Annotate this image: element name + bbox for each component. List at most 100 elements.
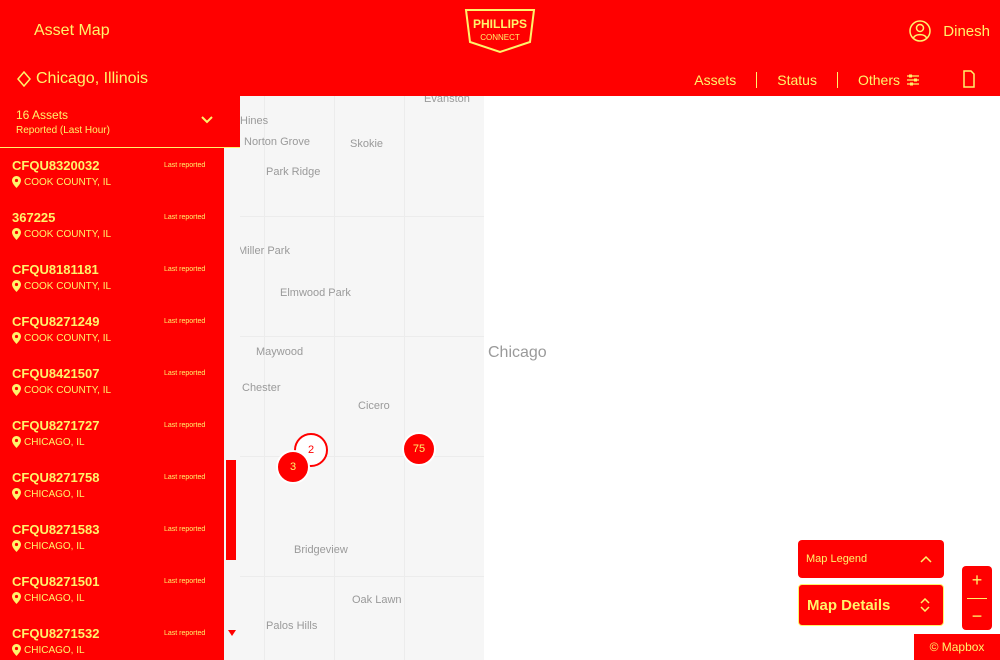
map-road [224, 216, 484, 217]
chevron-down-icon[interactable] [200, 114, 214, 126]
asset-place: CHICAGO, IL [12, 488, 85, 500]
map-details-select[interactable]: Map Details [798, 584, 944, 626]
app-title: Asset Map [34, 22, 110, 39]
asset-list-item[interactable]: CFQU8271727 Last reported CHICAGO, IL [0, 412, 224, 464]
zoom-controls: + − [962, 566, 992, 630]
scroll-down-icon[interactable] [228, 630, 236, 636]
town-label: Maywood [256, 346, 304, 358]
asset-code: CFQU8320032 [12, 158, 100, 173]
nav-assets[interactable]: Assets [674, 72, 756, 88]
map-pin-icon [12, 176, 21, 188]
town-label: Bridgeview [294, 544, 348, 556]
town-label: Chester [242, 382, 281, 394]
map-pin-icon [12, 228, 21, 240]
asset-list-item[interactable]: CFQU8421507 Last reported COOK COUNTY, IL [0, 360, 224, 412]
map-pin-icon [12, 280, 21, 292]
asset-list-item[interactable]: CFQU8181181 Last reported COOK COUNTY, IL [0, 256, 224, 308]
asset-list-header[interactable]: 16 Assets Reported (Last Hour) [0, 96, 240, 148]
asset-list-item[interactable]: 367225 Last reported COOK COUNTY, IL [0, 204, 224, 256]
zoom-divider [967, 597, 987, 599]
asset-list-item[interactable]: CFQU8271758 Last reported CHICAGO, IL [0, 464, 224, 516]
chevron-up-icon [920, 555, 932, 563]
asset-list-item[interactable]: CFQU8271583 Last reported CHICAGO, IL [0, 516, 224, 568]
town-label: Cicero [358, 400, 390, 412]
map-road [224, 456, 484, 457]
asset-place: COOK COUNTY, IL [12, 332, 111, 344]
document-icon[interactable] [962, 70, 976, 88]
asset-subtitle: Reported (Last Hour) [16, 125, 110, 136]
map-legend-toggle[interactable]: Map Legend [798, 540, 944, 578]
map-cluster[interactable]: 3 [276, 450, 310, 484]
map-pin-icon [12, 332, 21, 344]
nav-others[interactable]: Others [838, 72, 940, 88]
map-road [224, 336, 484, 337]
asset-status: Last reported [164, 370, 206, 377]
asset-status: Last reported [164, 630, 206, 637]
asset-code: 367225 [12, 210, 56, 225]
asset-place: COOK COUNTY, IL [12, 228, 111, 240]
city-label: Chicago [488, 344, 547, 361]
town-label: Miller Park [238, 245, 290, 257]
asset-place: COOK COUNTY, IL [12, 280, 111, 292]
asset-status: Last reported [164, 526, 206, 533]
asset-code: CFQU8271501 [12, 574, 100, 589]
asset-status: Last reported [164, 162, 206, 169]
asset-place: COOK COUNTY, IL [12, 176, 111, 188]
asset-code: CFQU8421507 [12, 366, 100, 381]
location-selector[interactable]: Chicago, Illinois [16, 70, 148, 88]
town-label: Evanston [424, 96, 470, 105]
town-label: Oak Lawn [352, 594, 402, 606]
map-pin-icon [12, 488, 21, 500]
asset-count: 16 Assets [16, 108, 69, 122]
scrollbar[interactable] [224, 148, 240, 660]
asset-place: CHICAGO, IL [12, 436, 85, 448]
asset-code: CFQU8271532 [12, 626, 100, 641]
logo-top-text: PHILLIPS [473, 17, 527, 31]
asset-code: CFQU8271583 [12, 522, 100, 537]
town-label: Norton Grove [244, 136, 311, 148]
location-icon [17, 71, 31, 87]
nav-status[interactable]: Status [757, 72, 837, 88]
map-road [224, 576, 484, 577]
zoom-out-button[interactable]: − [972, 606, 983, 627]
map-details-label: Map Details [807, 596, 891, 614]
asset-list: CFQU8320032 Last reported COOK COUNTY, IL 3… [0, 152, 224, 660]
asset-status: Last reported [164, 214, 206, 221]
asset-list-item[interactable]: CFQU8271501 Last reported CHICAGO, IL [0, 568, 224, 620]
asset-list-item[interactable]: CFQU8320032 Last reported COOK COUNTY, IL [0, 152, 224, 204]
asset-status: Last reported [164, 578, 206, 585]
top-header: Asset Map PHILLIPS CONNECT Dinesh [0, 0, 1000, 64]
map-cluster[interactable]: 75 [402, 432, 436, 466]
asset-status: Last reported [164, 318, 206, 325]
asset-status: Last reported [164, 422, 206, 429]
asset-code: CFQU8271727 [12, 418, 100, 433]
zoom-in-button[interactable]: + [972, 570, 983, 591]
asset-code: CFQU8271249 [12, 314, 100, 329]
user-menu[interactable]: Dinesh [909, 20, 990, 42]
map-pin-icon [12, 384, 21, 396]
map-pin-icon [12, 592, 21, 604]
map-legend-label: Map Legend [806, 553, 868, 565]
asset-sidebar: 16 Assets Reported (Last Hour) CFQU83200… [0, 96, 240, 660]
asset-place: COOK COUNTY, IL [12, 384, 111, 396]
map-pin-icon [12, 436, 21, 448]
asset-code: CFQU8271758 [12, 470, 100, 485]
scrollbar-thumb[interactable] [226, 460, 236, 560]
asset-list-item[interactable]: CFQU8271532 Last reported CHICAGO, IL [0, 620, 224, 660]
map-attribution[interactable]: © Mapbox [914, 634, 1000, 660]
town-label: Elmwood Park [280, 287, 351, 299]
asset-place: CHICAGO, IL [12, 644, 85, 656]
user-icon [909, 20, 932, 42]
map-pin-icon [12, 540, 21, 552]
asset-place: CHICAGO, IL [12, 540, 85, 552]
location-label: Chicago, Illinois [36, 70, 149, 87]
location-bar: Chicago, Illinois Assets Status Others [0, 64, 1000, 96]
user-name: Dinesh [943, 22, 990, 40]
map-pin-icon [12, 644, 21, 656]
filter-sliders-icon [907, 74, 919, 86]
asset-place: CHICAGO, IL [12, 592, 85, 604]
filter-nav: Assets Status Others [674, 72, 940, 88]
phillips-connect-logo[interactable]: PHILLIPS CONNECT [462, 8, 538, 54]
asset-status: Last reported [164, 266, 206, 273]
asset-list-item[interactable]: CFQU8271249 Last reported COOK COUNTY, IL [0, 308, 224, 360]
